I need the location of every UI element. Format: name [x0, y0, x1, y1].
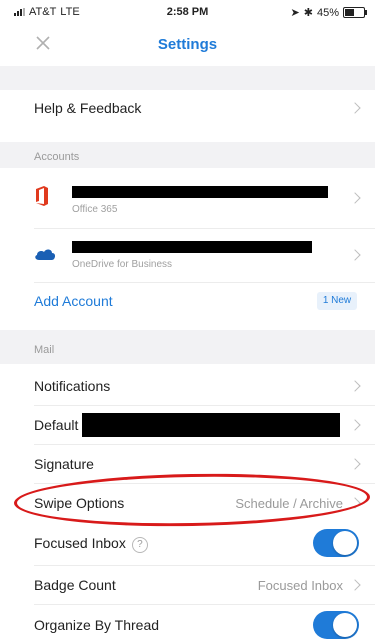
office-icon: [34, 186, 50, 211]
account-office-row[interactable]: Office 365: [0, 172, 375, 226]
chevron-right-icon: [349, 249, 361, 261]
mail-section-label: Mail: [34, 344, 55, 356]
focused-inbox-text: Focused Inbox: [34, 535, 126, 551]
redacted-default-value: [82, 413, 340, 437]
focused-inbox-row: Focused Inbox?: [0, 523, 375, 563]
accounts-section-label: Accounts: [34, 151, 80, 163]
page-title: Settings: [157, 36, 218, 53]
status-bar: AT&T LTE 2:58 PM ➤ ✱ 45%: [0, 0, 375, 22]
signature-label: Signature: [34, 456, 94, 472]
divider: [34, 604, 375, 605]
chevron-right-icon: [349, 419, 361, 431]
nav-bar: Settings: [0, 22, 375, 66]
account-onedrive-subtitle: OneDrive for Business: [72, 259, 173, 270]
status-right: ➤ ✱ 45%: [290, 6, 367, 19]
organize-thread-row: Organize By Thread: [0, 606, 375, 644]
info-icon[interactable]: ?: [131, 537, 148, 553]
onedrive-icon: [34, 247, 56, 266]
battery-icon: [343, 7, 367, 18]
chevron-right-icon: [349, 458, 361, 470]
top-spacer: [0, 66, 375, 90]
divider: [34, 444, 375, 445]
toggle-knob: [333, 613, 357, 637]
account-office-subtitle: Office 365: [72, 204, 118, 215]
badge-count-value: Focused Inbox: [257, 578, 343, 593]
new-badge: 1 New: [317, 292, 357, 310]
chevron-right-icon: [349, 192, 361, 204]
badge-count-row[interactable]: Badge Count Focused Inbox: [0, 567, 375, 603]
add-account-link[interactable]: Add Account: [34, 293, 113, 309]
mail-section-header: Mail: [0, 330, 375, 364]
organize-thread-toggle[interactable]: [313, 611, 359, 639]
focused-inbox-label: Focused Inbox?: [34, 535, 148, 553]
default-row[interactable]: Default: [0, 407, 375, 443]
location-icon: ➤: [290, 7, 300, 19]
help-feedback-row[interactable]: Help & Feedback: [0, 90, 375, 126]
divider: [34, 405, 375, 406]
redacted-email: [72, 186, 328, 198]
default-label: Default: [34, 417, 79, 433]
account-onedrive-row[interactable]: OneDrive for Business: [0, 229, 375, 281]
notifications-row[interactable]: Notifications: [0, 368, 375, 404]
help-feedback-label: Help & Feedback: [34, 100, 142, 116]
chevron-right-icon: [349, 579, 361, 591]
bluetooth-icon: ✱: [303, 7, 313, 19]
chevron-right-icon: [349, 102, 361, 114]
organize-thread-label: Organize By Thread: [34, 617, 160, 633]
toggle-knob: [333, 531, 357, 555]
divider: [34, 565, 375, 566]
badge-count-label: Badge Count: [34, 577, 116, 593]
add-account-row[interactable]: Add Account 1 New: [0, 283, 375, 319]
accounts-section-header: Accounts: [0, 142, 375, 168]
focused-inbox-toggle[interactable]: [313, 529, 359, 557]
notifications-label: Notifications: [34, 378, 111, 394]
chevron-right-icon: [349, 380, 361, 392]
redacted-email: [72, 241, 312, 253]
battery-percent: 45%: [316, 6, 339, 19]
